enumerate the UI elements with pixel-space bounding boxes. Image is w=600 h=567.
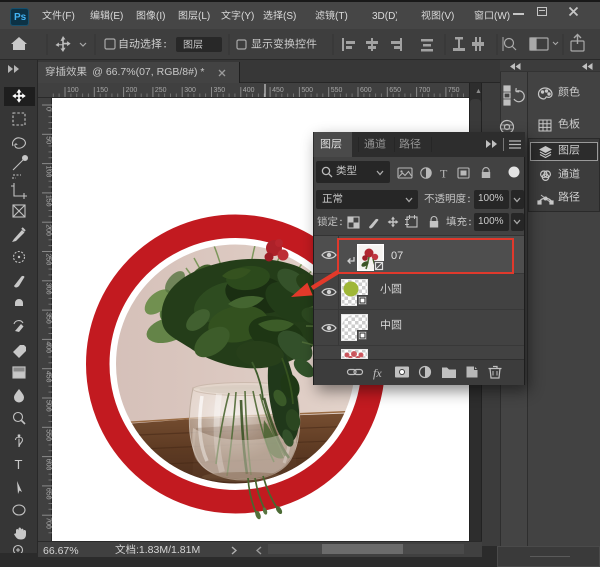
svg-text:500: 500 xyxy=(45,400,52,412)
svg-text:(S): (S) xyxy=(283,11,296,22)
svg-text:T: T xyxy=(440,167,448,181)
svg-text:50: 50 xyxy=(45,136,52,144)
svg-text:300: 300 xyxy=(184,87,196,94)
svg-text:T: T xyxy=(15,457,23,472)
svg-text::1.83M/1.81M: :1.83M/1.81M xyxy=(136,544,200,556)
svg-text:(Y): (Y) xyxy=(241,11,254,22)
svg-text:600: 600 xyxy=(45,459,52,471)
svg-text:@ 66.7%(07, RGB/8#) *: @ 66.7%(07, RGB/8#) * xyxy=(87,66,204,78)
svg-text:750: 750 xyxy=(448,87,460,94)
svg-text:(F): (F) xyxy=(62,11,75,22)
svg-text:250: 250 xyxy=(45,254,52,266)
svg-text:250: 250 xyxy=(155,87,167,94)
svg-text:350: 350 xyxy=(214,87,226,94)
svg-text:(I): (I) xyxy=(156,11,165,22)
svg-text:(T): (T) xyxy=(335,11,348,22)
svg-text:700: 700 xyxy=(45,517,52,529)
svg-text:(L): (L) xyxy=(198,11,210,22)
svg-text:(W): (W) xyxy=(494,11,510,22)
svg-text:fx: fx xyxy=(373,366,382,380)
svg-text:500: 500 xyxy=(301,87,313,94)
svg-text:650: 650 xyxy=(45,488,52,500)
svg-text:550: 550 xyxy=(45,429,52,441)
svg-text:0: 0 xyxy=(45,107,52,111)
svg-text:100: 100 xyxy=(45,166,52,178)
svg-text:450: 450 xyxy=(272,87,284,94)
svg-text:400: 400 xyxy=(243,87,255,94)
svg-text:550: 550 xyxy=(331,87,343,94)
svg-text:150: 150 xyxy=(96,87,108,94)
svg-text:450: 450 xyxy=(45,371,52,383)
svg-text:600: 600 xyxy=(360,87,372,94)
svg-text:700: 700 xyxy=(419,87,431,94)
svg-text:650: 650 xyxy=(389,87,401,94)
svg-text:400: 400 xyxy=(45,341,52,353)
svg-text:100: 100 xyxy=(67,87,79,94)
svg-text:350: 350 xyxy=(45,312,52,324)
svg-text:(E): (E) xyxy=(110,11,123,22)
svg-text:3D(D): 3D(D) xyxy=(372,11,397,22)
svg-text:(V): (V) xyxy=(441,11,454,22)
svg-text:150: 150 xyxy=(45,195,52,207)
svg-text:200: 200 xyxy=(45,224,52,236)
svg-text:300: 300 xyxy=(45,283,52,295)
svg-text:200: 200 xyxy=(126,87,138,94)
